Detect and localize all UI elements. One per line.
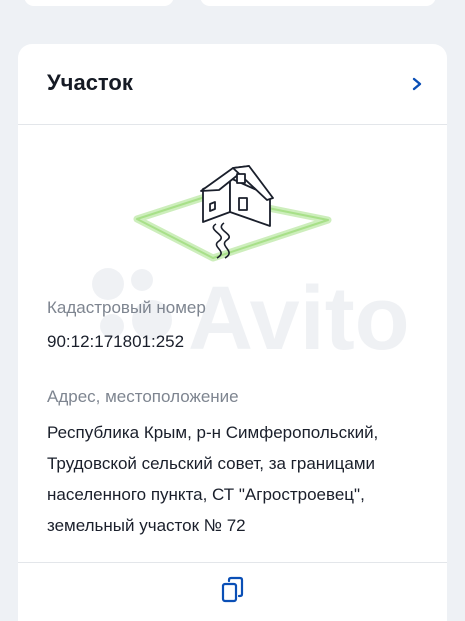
footer-divider bbox=[18, 562, 447, 563]
watermark-text: Avito bbox=[188, 269, 410, 364]
card-header[interactable]: Участок bbox=[18, 44, 447, 125]
previous-card-edge bbox=[24, 0, 174, 6]
address-line: Трудовской сельский совет, за границами bbox=[47, 454, 376, 473]
address-line: населенного пункта, СТ "Агростроевец", bbox=[47, 485, 365, 504]
copy-icon bbox=[221, 576, 244, 603]
cadastral-number-value: 90:12:171801:252 bbox=[47, 332, 185, 351]
previous-card-edge-right bbox=[200, 0, 436, 6]
house-on-plot-icon bbox=[133, 165, 332, 262]
cadastral-number-label: Кадастровый номер bbox=[47, 298, 206, 317]
address-value: Республика Крым, р-н Симферопольский, Тр… bbox=[47, 417, 427, 541]
address-line: земельный участок № 72 bbox=[47, 516, 246, 535]
page: Участок Avito Кадастровый номер 90:12:17… bbox=[0, 0, 465, 621]
plot-card: Участок Avito Кадастровый номер 90:12:17… bbox=[18, 44, 447, 621]
card-title: Участок bbox=[47, 70, 133, 95]
chevron-right-icon[interactable] bbox=[407, 72, 427, 96]
address-line: Республика Крым, р-н Симферопольский, bbox=[47, 423, 379, 442]
copy-button[interactable] bbox=[214, 571, 252, 609]
address-label: Адрес, местоположение bbox=[47, 387, 239, 406]
